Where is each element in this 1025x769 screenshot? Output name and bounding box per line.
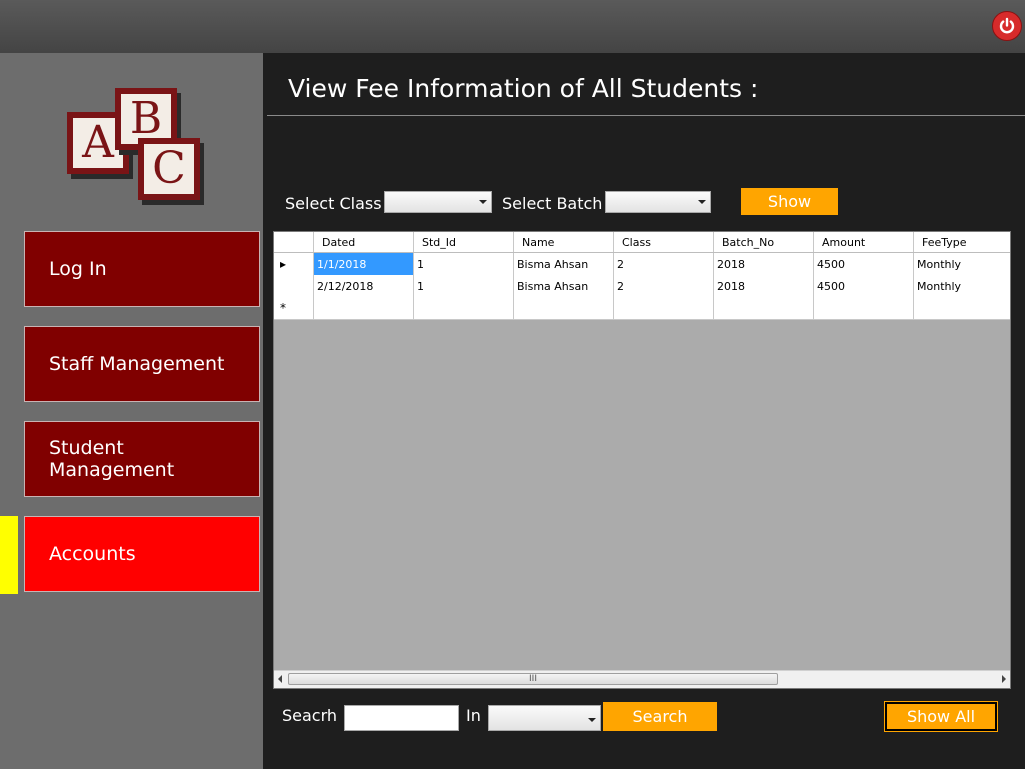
- table-cell[interactable]: 1/1/2018: [314, 253, 414, 275]
- chevron-down-icon: [698, 200, 706, 204]
- horizontal-scrollbar[interactable]: III: [274, 670, 1010, 688]
- table-row[interactable]: ▸ 1/1/2018 1 Bisma Ahsan 2 2018 4500 Mon…: [274, 253, 1010, 276]
- scroll-left-icon[interactable]: [278, 675, 282, 683]
- table-cell[interactable]: [514, 297, 614, 319]
- table-row[interactable]: 2/12/2018 1 Bisma Ahsan 2 2018 4500 Mont…: [274, 275, 1010, 298]
- select-batch-label: Select Batch: [502, 194, 603, 213]
- table-cell[interactable]: 4500: [814, 253, 914, 275]
- select-class-label: Select Class: [285, 194, 382, 213]
- table-cell[interactable]: [814, 297, 914, 319]
- table-cell[interactable]: 4500: [814, 275, 914, 297]
- new-row-icon: *: [274, 297, 314, 319]
- table-cell[interactable]: Bisma Ahsan: [514, 253, 614, 275]
- nav-accounts-button[interactable]: Accounts: [24, 516, 260, 592]
- table-cell[interactable]: Bisma Ahsan: [514, 275, 614, 297]
- column-header-name[interactable]: Name: [514, 232, 614, 252]
- nav-student-management-button[interactable]: Student Management: [24, 421, 260, 497]
- table-cell[interactable]: 1: [414, 275, 514, 297]
- chevron-down-icon: [479, 200, 487, 204]
- new-row[interactable]: *: [274, 297, 1010, 320]
- show-all-button[interactable]: Show All: [885, 702, 997, 731]
- table-cell[interactable]: 2018: [714, 275, 814, 297]
- power-button[interactable]: [992, 11, 1022, 41]
- column-header-class[interactable]: Class: [614, 232, 714, 252]
- abc-logo: A B C: [64, 84, 204, 202]
- search-button[interactable]: Search: [603, 702, 717, 731]
- column-header-amount[interactable]: Amount: [814, 232, 914, 252]
- scroll-right-icon[interactable]: [1002, 675, 1006, 683]
- column-header-dated[interactable]: Dated: [314, 232, 414, 252]
- nav-staff-management-button[interactable]: Staff Management: [24, 326, 260, 402]
- logo-block-c: C: [138, 138, 200, 200]
- column-header-feetype[interactable]: FeeType: [914, 232, 1010, 252]
- search-field-dropdown[interactable]: [488, 705, 601, 731]
- table-cell[interactable]: Monthly: [914, 253, 1010, 275]
- select-class-dropdown[interactable]: [384, 191, 492, 213]
- chevron-down-icon: [588, 718, 596, 722]
- column-header-batch-no[interactable]: Batch_No: [714, 232, 814, 252]
- table-cell[interactable]: 2018: [714, 253, 814, 275]
- title-bar: [0, 0, 1025, 53]
- table-cell[interactable]: [614, 297, 714, 319]
- show-button[interactable]: Show: [741, 188, 838, 215]
- row-header-corner: [274, 232, 314, 252]
- table-cell[interactable]: 1: [414, 253, 514, 275]
- column-header-std-id[interactable]: Std_Id: [414, 232, 514, 252]
- table-cell[interactable]: [914, 297, 1010, 319]
- table-cell[interactable]: [714, 297, 814, 319]
- nav-login-button[interactable]: Log In: [24, 231, 260, 307]
- table-cell[interactable]: 2: [614, 275, 714, 297]
- grid-header: Dated Std_Id Name Class Batch_No Amount …: [274, 232, 1010, 253]
- page-title: View Fee Information of All Students :: [288, 74, 759, 103]
- current-row-icon: ▸: [274, 253, 314, 275]
- power-icon: [999, 17, 1015, 34]
- table-cell[interactable]: [414, 297, 514, 319]
- search-in-label: In: [466, 706, 481, 725]
- table-cell[interactable]: 2: [614, 253, 714, 275]
- title-divider: [267, 115, 1025, 116]
- row-header: [274, 275, 314, 297]
- search-input[interactable]: [344, 705, 459, 731]
- active-nav-indicator: [0, 516, 18, 594]
- scroll-thumb[interactable]: III: [288, 673, 778, 685]
- fee-data-grid[interactable]: Dated Std_Id Name Class Batch_No Amount …: [273, 231, 1011, 689]
- table-cell[interactable]: Monthly: [914, 275, 1010, 297]
- table-cell[interactable]: [314, 297, 414, 319]
- table-cell[interactable]: 2/12/2018: [314, 275, 414, 297]
- select-batch-dropdown[interactable]: [605, 191, 711, 213]
- search-label: Seacrh: [282, 706, 338, 725]
